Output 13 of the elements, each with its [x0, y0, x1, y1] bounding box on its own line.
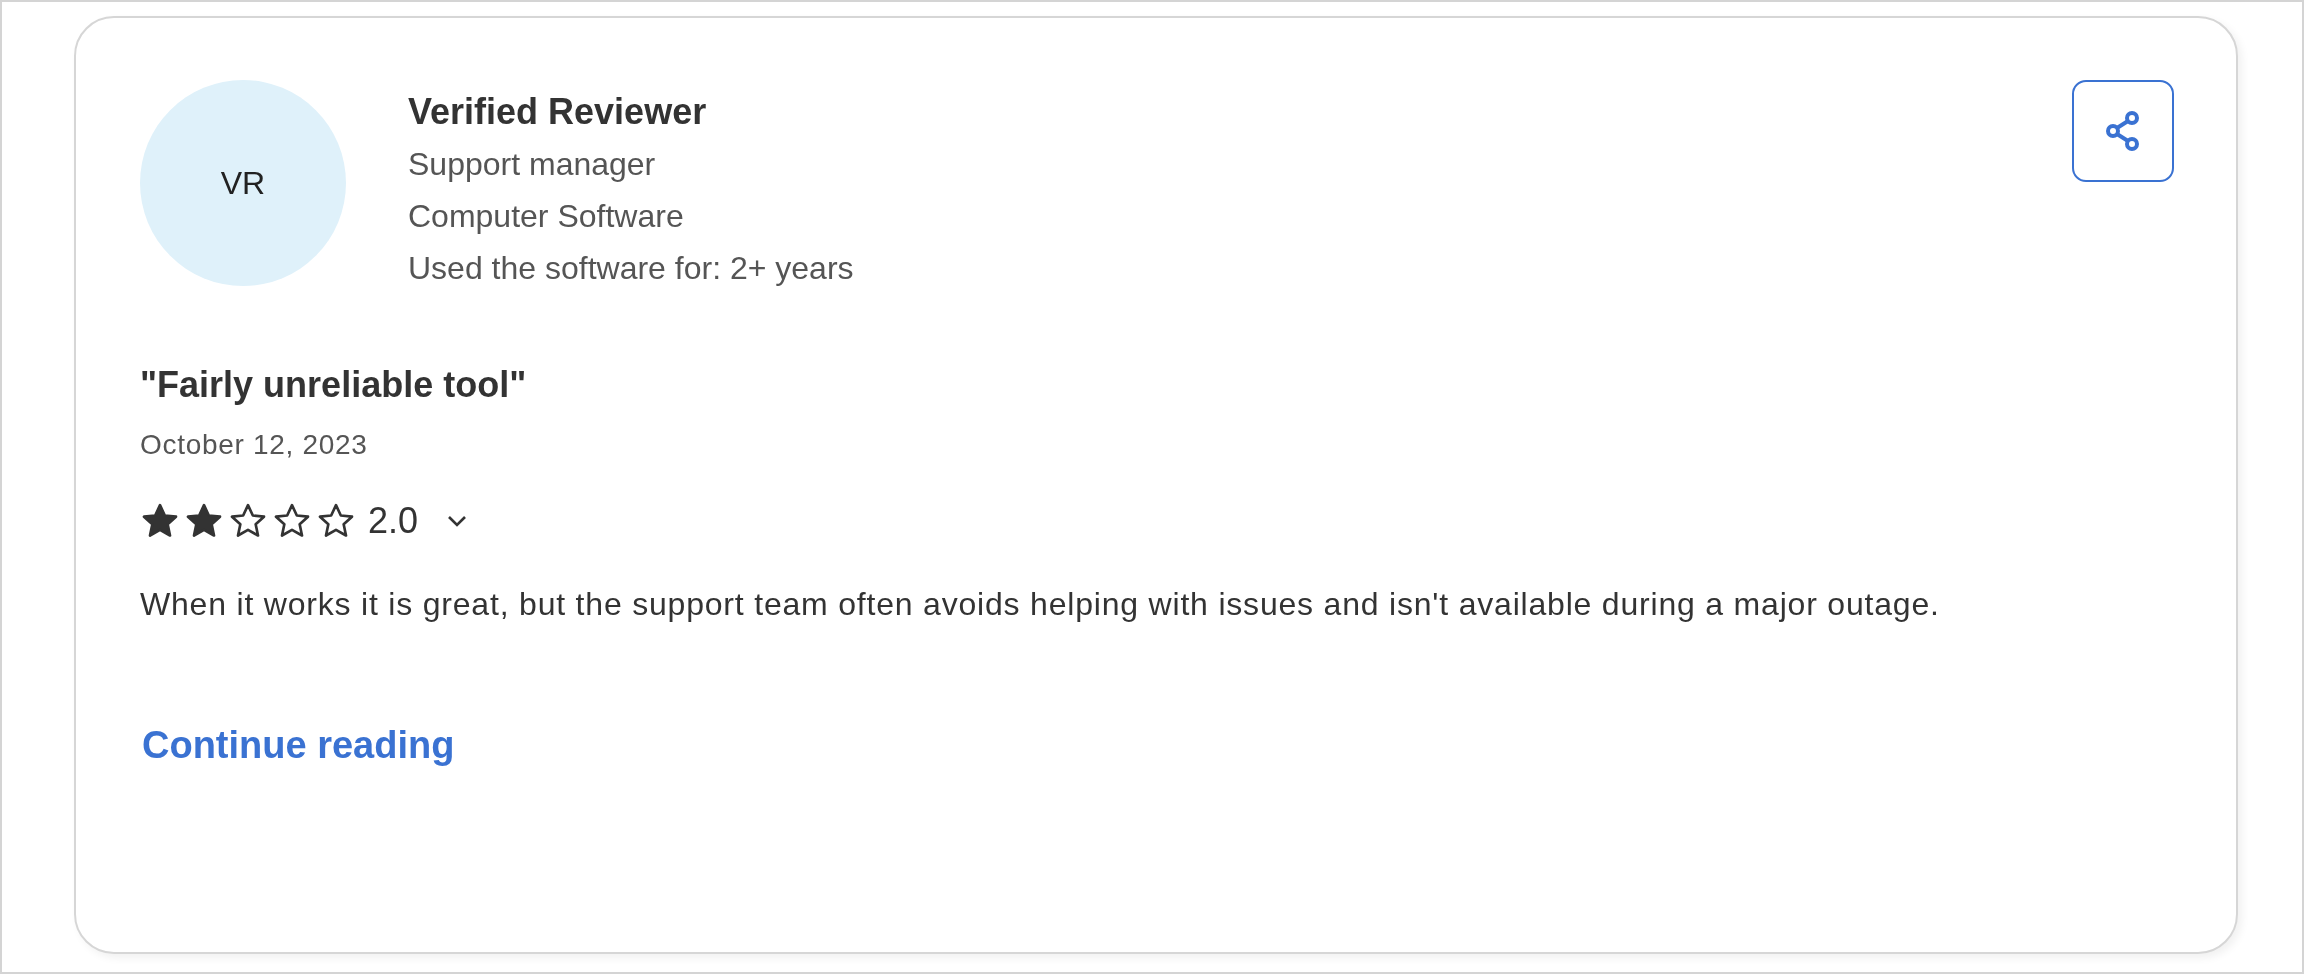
review-text: When it works it is great, but the support team often avoids helping with issues and isn't available during a major outage. [140, 585, 1941, 624]
reviewer-name: Verified Reviewer [408, 90, 708, 134]
reviewer-detail: Used the software for: 2+ years [408, 249, 854, 288]
avatar: VR [140, 80, 346, 286]
reviewer-detail: Computer Software [408, 197, 685, 236]
share-button[interactable] [2072, 80, 2174, 182]
continue-reading-link[interactable]: Continue reading [142, 717, 455, 774]
share-icon [2105, 111, 2141, 151]
review-title: "Fairly unreliable tool" [140, 363, 528, 407]
review-date: October 12, 2023 [140, 428, 369, 462]
rating-value: 2.0 [368, 499, 419, 543]
chevron-icon [446, 514, 469, 528]
reviewer-detail: Support manager [408, 145, 657, 184]
